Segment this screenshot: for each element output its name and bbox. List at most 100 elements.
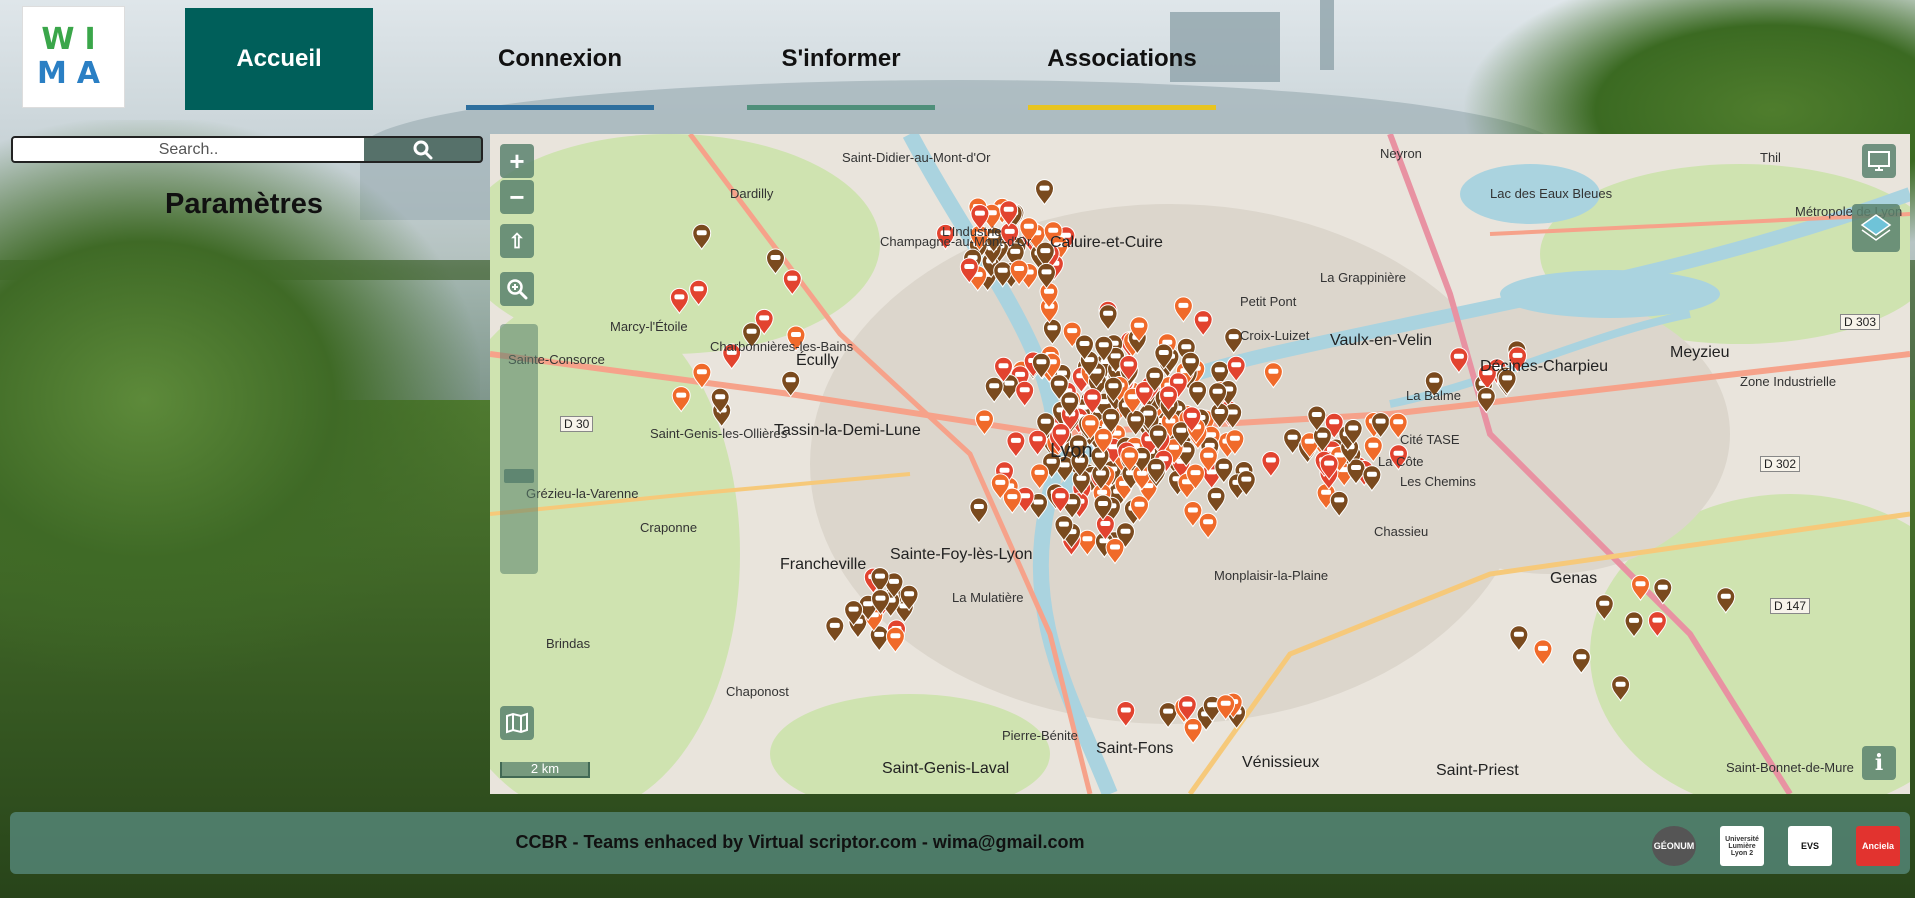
map-label: Écully (796, 352, 839, 369)
map-label: Les Chemins (1400, 474, 1476, 489)
partner-name: Université Lumière Lyon 2 (1725, 835, 1759, 857)
map-label: Lyon (1050, 440, 1093, 462)
map-label: Saint-Bonnet-de-Mure (1726, 760, 1854, 775)
monitor-icon (1868, 151, 1890, 171)
road-label: D 30 (560, 416, 594, 432)
base-map-button[interactable] (500, 706, 534, 740)
map-label: Thil (1760, 150, 1781, 165)
fullscreen-button[interactable] (1862, 144, 1896, 178)
layer-switcher-button[interactable] (1852, 204, 1900, 252)
info-icon: i (1874, 750, 1884, 776)
map-icon (506, 712, 528, 734)
partner-name: GÉONUM (1653, 841, 1695, 851)
map-label: Croix-Luizet (1240, 328, 1310, 343)
map-scale: 2 km (500, 762, 590, 778)
map-label: La Mulatière (952, 590, 1024, 605)
map-base[interactable] (490, 134, 1910, 794)
map-label: Saint-Genis-les-Ollières (650, 426, 788, 441)
search-input[interactable] (13, 138, 364, 161)
zoom-in-button[interactable]: + (500, 144, 534, 178)
map-label: L'Industrie (942, 224, 1002, 239)
partner-name: Anciela (1861, 841, 1894, 851)
nav-sinformer-underline (747, 105, 935, 110)
nav-connexion[interactable]: Connexion (466, 8, 654, 110)
map-label: Zone Industrielle (1740, 374, 1837, 389)
road-label: D 302 (1760, 456, 1801, 472)
nav-connexion-label: Connexion (498, 45, 622, 72)
map-label: Marcy-l'Étoile (610, 319, 688, 334)
map-label: Vaulx-en-Velin (1330, 332, 1432, 349)
map-label: Chaponost (726, 684, 789, 699)
association-marker[interactable] (1571, 647, 1591, 675)
parametres-heading: Paramètres (165, 188, 323, 220)
map-label: Saint-Priest (1436, 762, 1519, 779)
partner-logo-anciela[interactable]: Anciela (1856, 826, 1900, 866)
nav-sinformer-label: S'informer (781, 45, 901, 72)
zoom-slider[interactable] (500, 324, 538, 574)
map-label: Brindas (546, 636, 591, 651)
map-label: Neyron (1380, 146, 1422, 161)
road-label: D 303 (1840, 314, 1881, 330)
map-label: La Balme (1406, 388, 1461, 403)
pan-north-button[interactable]: ⇧ (500, 224, 534, 258)
arrow-up-icon: ⇧ (508, 230, 526, 253)
map-label: Grézieu-la-Varenne (526, 486, 639, 501)
partner-name: EVS (1800, 841, 1819, 851)
nav-sinformer[interactable]: S'informer (747, 8, 935, 110)
association-marker[interactable] (885, 626, 905, 654)
map-label: Saint-Genis-Laval (882, 760, 1010, 777)
footer-credits: CCBR - Teams enhaced by Virtual scriptor… (515, 832, 1085, 852)
association-marker[interactable] (1533, 639, 1553, 666)
map-label: Saint-Didier-au-Mont-d'Or (842, 150, 991, 165)
map-label: Meyzieu (1670, 344, 1730, 361)
partner-logo-lyon2[interactable]: Université Lumière Lyon 2 (1720, 826, 1764, 866)
association-marker[interactable] (1034, 179, 1055, 206)
association-marker[interactable] (1509, 625, 1529, 652)
zoom-magnifier-icon (507, 279, 528, 300)
partner-logo-evs[interactable]: EVS (1788, 826, 1832, 866)
partner-logo-geonum[interactable]: GÉONUM (1652, 826, 1696, 866)
search-icon (413, 140, 432, 159)
map-label: Saint-Fons (1096, 740, 1174, 757)
map-label: Petit Pont (1240, 294, 1297, 309)
map-label: Dardilly (730, 186, 774, 201)
zoom-out-button[interactable]: − (500, 180, 534, 214)
nav-associations[interactable]: Associations (1028, 8, 1216, 110)
map-label: Tassin-la-Demi-Lune (774, 422, 921, 439)
map-label: Chassieu (1374, 524, 1429, 539)
nav-accueil-label: Accueil (236, 45, 322, 72)
map-label: Décines-Charpieu (1480, 358, 1609, 375)
zoom-slider-handle[interactable] (504, 469, 534, 483)
nav-associations-label: Associations (1047, 45, 1197, 72)
map-label: Francheville (780, 556, 867, 573)
map-lake (1500, 270, 1720, 318)
wima-logo[interactable]: WI MA (22, 6, 125, 108)
footer: CCBR - Teams enhaced by Virtual scriptor… (10, 812, 1910, 874)
nav-associations-underline (1028, 105, 1216, 110)
association-marker[interactable] (1116, 701, 1136, 728)
layers-icon (1860, 214, 1892, 241)
map-label: Genas (1550, 570, 1598, 587)
nav-accueil[interactable]: Accueil (185, 8, 373, 110)
map-label: Lac des Eaux Bleues (1490, 186, 1613, 201)
map-label: La Grappinière (1320, 270, 1406, 285)
logo-text-line-1: WI (41, 22, 106, 57)
logo-text-line-2: MA (36, 56, 111, 91)
map-label: Caluire-et-Cuire (1050, 234, 1163, 251)
map-label: Cité TASE (1400, 432, 1460, 447)
background-tower (1320, 0, 1334, 70)
map-label: Monplaisir-la-Plaine (1214, 568, 1329, 583)
info-button[interactable]: i (1862, 746, 1896, 780)
map-label: Sainte-Foy-lès-Lyon (890, 546, 1033, 563)
map-label: La Côte (1378, 454, 1424, 469)
association-marker[interactable] (1183, 717, 1203, 745)
search-button[interactable] (364, 138, 481, 161)
search-bar (11, 136, 483, 163)
map-view[interactable]: Saint-Didier-au-Mont-d'Or Dardilly Champ… (490, 134, 1910, 794)
nav-connexion-underline (466, 105, 654, 110)
zoom-box-button[interactable] (500, 272, 534, 306)
map-label: Vénissieux (1242, 754, 1320, 771)
association-marker[interactable] (825, 616, 845, 643)
map-label: Pierre-Bénite (1002, 728, 1078, 743)
map-label: Craponne (640, 520, 698, 535)
